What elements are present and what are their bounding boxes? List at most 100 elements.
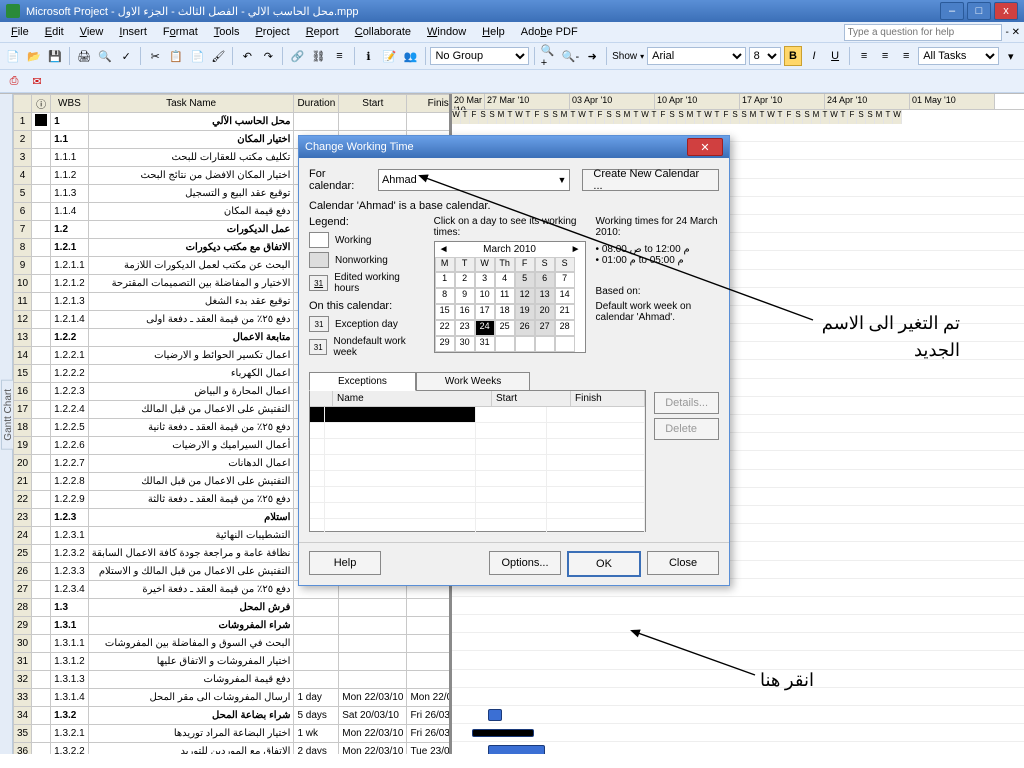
paste-icon[interactable]: 📄 [188,46,206,66]
filter-select[interactable]: All Tasks [918,47,999,65]
font-select[interactable]: Arial [647,47,745,65]
help-search-input[interactable] [844,24,1002,41]
delete-button[interactable]: Delete [654,418,719,440]
menu-report[interactable]: Report [299,24,346,40]
new-icon[interactable]: 📄 [4,46,22,66]
menu-help[interactable]: Help [475,24,512,40]
tab-work-weeks[interactable]: Work Weeks [416,372,530,391]
mdi-close-icon[interactable]: - ✕ [1006,27,1021,38]
table-row[interactable]: 11محل الحاسب الآلي [14,113,453,131]
window-title: Microsoft Project - محل الحاسب الالي - ا… [26,5,358,18]
info-icon[interactable]: ℹ [359,46,377,66]
open-icon[interactable]: 📂 [25,46,43,66]
exceptions-table[interactable]: Name Start Finish [309,390,646,532]
menu-format[interactable]: Format [156,24,205,40]
gantt-row [452,688,1024,706]
options-button[interactable]: Options... [489,551,561,575]
col-wbs[interactable]: WBS [51,95,89,113]
link-icon[interactable]: 🔗 [288,46,306,66]
close-dialog-button[interactable]: Close [647,551,719,575]
table-row[interactable]: 291.3.1شراء المفروشات [14,617,453,635]
help-button[interactable]: Help [309,551,381,575]
size-select[interactable]: 8 [749,47,781,65]
pdf-mail-icon[interactable]: ✉ [27,71,47,91]
on-this-calendar-label: On this calendar: [309,300,424,312]
zoomin-icon[interactable]: 🔍+ [540,46,558,66]
for-calendar-label: For calendar: [309,168,372,192]
cut-icon[interactable]: ✂ [146,46,164,66]
menu-window[interactable]: Window [420,24,473,40]
close-button[interactable]: x [994,2,1018,20]
menu-view[interactable]: View [73,24,111,40]
col-finish[interactable]: Finish [407,95,452,113]
cal-prev-icon[interactable]: ◄ [439,244,449,255]
col-duration[interactable]: Duration [294,95,339,113]
group-select[interactable]: No Group [430,47,528,65]
annotation-click-here: انقر هنا [760,670,814,691]
legend-nonworking-icon [309,252,329,268]
tab-exceptions[interactable]: Exceptions [309,372,416,391]
preview-icon[interactable]: 🔍 [96,46,114,66]
legend-edited-icon: 31 [309,275,328,291]
dialog-close-button[interactable]: ✕ [687,138,723,156]
cal-next-icon[interactable]: ► [571,244,581,255]
table-row[interactable]: 361.3.2.2الاتفاق مع الموردين للتوريد2 da… [14,743,453,755]
table-row[interactable]: 321.3.1.3دفع قيمة المفروشات [14,671,453,689]
autofilter-icon[interactable]: ▾ [1002,46,1020,66]
undo-icon[interactable]: ↶ [238,46,256,66]
gantt-row [452,651,1024,669]
calendar-grid[interactable]: ◄March 2010► MTWThFSS1234567891011121314… [434,241,586,353]
notes-icon[interactable]: 📝 [380,46,398,66]
underline-button[interactable]: U [826,46,844,66]
col-info[interactable]: ⓘ [32,95,51,113]
show-label[interactable]: Show [612,51,637,62]
table-row[interactable]: 351.3.2.1اختيار البضاعة المراد توريدها1 … [14,725,453,743]
menu-edit[interactable]: Edit [38,24,71,40]
col-task[interactable]: Task Name [88,95,294,113]
copy-icon[interactable]: 📋 [167,46,185,66]
ok-button[interactable]: OK [567,551,641,577]
print-icon[interactable]: 🖨 [75,46,93,66]
align-left-icon[interactable]: ≡ [855,46,873,66]
col-rownum[interactable] [14,95,32,113]
table-row[interactable]: 311.3.1.2اختيار المفروشات و الاتفاق عليه… [14,653,453,671]
menu-file[interactable]: File [4,24,36,40]
split-icon[interactable]: ≡ [330,46,348,66]
align-center-icon[interactable]: ≡ [876,46,894,66]
table-row[interactable]: 341.3.2شراء بضاعة المحل5 daysSat 20/03/1… [14,707,453,725]
table-row[interactable]: 281.3فرش المحل [14,599,453,617]
table-row[interactable]: 301.3.1.1البحث في السوق و المفاضلة بين ا… [14,635,453,653]
legend-working-icon [309,232,329,248]
create-new-calendar-button[interactable]: Create New Calendar ... [582,169,719,191]
save-icon[interactable]: 💾 [46,46,64,66]
menu-project[interactable]: Project [248,24,296,40]
bold-button[interactable]: B [784,46,802,66]
annotation-name-changed: تم التغير الى الاسم الجديد [820,310,960,364]
calendar-select[interactable]: Ahmad▼ [378,169,570,191]
gantt-row [452,706,1024,724]
dialog-title: Change Working Time [305,141,414,153]
pdf-icon[interactable]: ⎙ [4,71,24,91]
menu-adobe[interactable]: Adobe PDF [514,24,585,40]
menu-tools[interactable]: Tools [207,24,247,40]
working-time-1: • 08:00 ص to 12:00 م [596,244,719,255]
maximize-button[interactable]: □ [967,2,991,20]
zoomout-icon[interactable]: 🔍- [561,46,580,66]
legend-exception-icon: 31 [309,316,329,332]
unlink-icon[interactable]: ⛓ [309,46,327,66]
table-row[interactable]: 331.3.1.4ارسال المفروشات الى مقر المحل1 … [14,689,453,707]
align-right-icon[interactable]: ≡ [897,46,915,66]
italic-button[interactable]: I [805,46,823,66]
format-painter-icon[interactable]: 🖌 [209,46,227,66]
based-on-text: Default work week on calendar 'Ahmad'. [596,301,719,323]
toolbar-pdf: ⎙ ✉ [0,70,1024,93]
details-button[interactable]: Details... [654,392,719,414]
assign-icon[interactable]: 👥 [402,46,420,66]
goto-icon[interactable]: ➜ [583,46,601,66]
minimize-button[interactable]: – [940,2,964,20]
menu-insert[interactable]: Insert [112,24,154,40]
redo-icon[interactable]: ↷ [259,46,277,66]
spell-icon[interactable]: ✓ [117,46,135,66]
menu-collaborate[interactable]: Collaborate [348,24,418,40]
col-start[interactable]: Start [339,95,407,113]
